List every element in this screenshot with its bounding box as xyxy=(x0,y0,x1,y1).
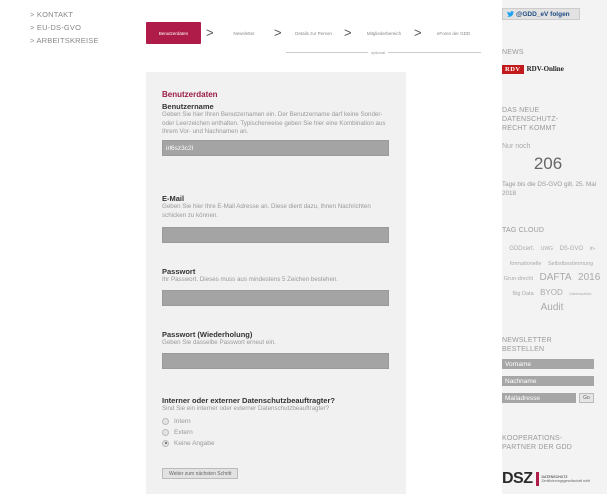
tag-link[interactable]: Datenschutz xyxy=(569,291,591,296)
chevron-right-icon: > xyxy=(414,25,422,40)
radio-extern[interactable]: Extern xyxy=(162,427,394,438)
radio-keine-angabe-label: Keine Angabe xyxy=(174,439,215,447)
radio-extern-label: Extern xyxy=(174,428,193,436)
tag-link[interactable]: Big Data xyxy=(513,291,534,297)
twitter-bird-icon xyxy=(507,11,514,17)
newsletter-go-button[interactable]: Go xyxy=(579,393,594,403)
radio-intern-label: Intern xyxy=(174,417,191,425)
tag-link[interactable]: Selbstbestimmung xyxy=(548,261,593,267)
password-repeat-input[interactable] xyxy=(162,352,389,369)
radio-intern[interactable]: Intern xyxy=(162,416,394,427)
step-mitgliederbereich[interactable]: Mitgliederbereich xyxy=(356,22,412,44)
tag-link[interactable]: 2016 xyxy=(578,272,600,283)
tag-link[interactable]: BYOD xyxy=(540,288,563,297)
radio-circle-icon xyxy=(162,417,169,425)
rdv-online-link[interactable]: RDV RDV-Online xyxy=(502,64,564,74)
countdown-heading-2: DATENSCHUTZ- xyxy=(502,116,559,123)
step-details-zur-person[interactable]: Details zur Person xyxy=(286,22,341,44)
password-group: Passwort Ihr Passwort. Dieses muss aus m… xyxy=(162,267,394,306)
left-navigation: > KONTAKT > EU-DS-GVO > ARBEITSKREISE xyxy=(30,8,140,47)
tag-link[interactable]: UWG xyxy=(541,246,553,252)
newsletter-heading-1: NEWSLETTER xyxy=(502,337,552,344)
tag-link[interactable]: Audit xyxy=(541,302,564,313)
dsz-text-2: Zertifizierungsgesellschaft mbH xyxy=(541,479,591,483)
tag-link[interactable]: DS-GVO xyxy=(559,246,583,252)
newsletter-lastname-input[interactable] xyxy=(502,376,594,386)
countdown-suffix: Tage bis die DS-GVO gilt. 25. Mai 2018 xyxy=(502,181,597,197)
registration-steps: Benutzerdaten > Newsletter > Details zur… xyxy=(146,22,486,62)
next-step-button[interactable]: Weiter zum nächsten Schritt xyxy=(162,468,239,479)
tag-link[interactable]: Grun-drecht xyxy=(504,276,533,282)
twitter-follow-button[interactable]: @GDD_eV folgen xyxy=(502,8,580,20)
nav-item-kontakt[interactable]: > KONTAKT xyxy=(30,8,140,21)
countdown-heading-3: RECHT KOMMT xyxy=(502,125,557,132)
nav-item-arbeitskreise[interactable]: > ARBEITSKREISE xyxy=(30,34,140,47)
twitter-follow-label: @GDD_eV folgen xyxy=(516,10,570,18)
email-group: E-Mail Geben Sie hier Ihre E-Mail Adress… xyxy=(162,194,394,243)
news-heading: NEWS xyxy=(502,49,524,56)
tagcloud-heading: TAG CLOUD xyxy=(502,227,545,234)
countdown-prefix: Nur noch xyxy=(502,143,531,150)
newsletter-firstname-input[interactable] xyxy=(502,359,594,369)
optional-label: optional xyxy=(368,50,389,55)
step-newsletter[interactable]: Newsletter xyxy=(218,22,270,44)
registration-form: Benutzerdaten Benutzername Geben Sie hie… xyxy=(162,90,394,479)
chevron-right-icon: > xyxy=(344,25,352,40)
username-help: Geben Sie hier Ihren Benutzernamen ein. … xyxy=(162,111,386,135)
email-label: E-Mail xyxy=(162,194,185,203)
password-input[interactable] xyxy=(162,289,389,306)
radio-selected-icon xyxy=(162,439,169,447)
password-repeat-group: Passwort (Wiederholung) Geben Sie dassel… xyxy=(162,330,394,369)
dsb-help: Sind Sie ein interner oder externer Date… xyxy=(162,405,330,412)
email-input[interactable] xyxy=(162,227,389,243)
username-input[interactable] xyxy=(162,140,389,156)
rdv-logo: RDV xyxy=(502,64,524,74)
countdown-days: 206 xyxy=(533,154,563,173)
password-help: Ihr Passwort. Dieses muss aus mindestens… xyxy=(162,276,339,283)
step-benutzerdaten[interactable]: Benutzerdaten xyxy=(146,22,201,44)
tag-link[interactable]: GDDcert. xyxy=(509,246,534,252)
newsletter-heading-2: BESTELLEN xyxy=(502,346,545,353)
tag-cloud: GDDcert. UWG DS-GVO in-formationelle Sel… xyxy=(502,240,602,313)
tag-link[interactable]: DAFTA xyxy=(540,272,572,283)
password-label: Passwort xyxy=(162,267,196,276)
dsz-logo-bar xyxy=(535,472,539,486)
right-sidebar: @GDD_eV folgen NEWS RDV RDV-Online DAS N… xyxy=(502,0,607,494)
username-label: Benutzername xyxy=(162,102,214,111)
password-repeat-label: Passwort (Wiederholung) xyxy=(162,330,253,339)
step-eforen[interactable]: eForen der GDD xyxy=(426,22,481,44)
radio-keine-angabe[interactable]: Keine Angabe xyxy=(162,438,394,449)
dsz-partner-logo[interactable]: DSZ DATENSCHUTZ Zertifizierungsgesellsch… xyxy=(502,470,590,488)
radio-circle-icon xyxy=(162,428,169,436)
chevron-right-icon: > xyxy=(206,25,214,40)
nav-item-eu-ds-gvo[interactable]: > EU-DS-GVO xyxy=(30,21,140,34)
rdv-name: RDV-Online xyxy=(526,65,564,73)
partner-heading-2: PARTNER DER GDD xyxy=(502,444,573,451)
newsletter-email-input[interactable] xyxy=(502,393,576,403)
chevron-right-icon: > xyxy=(274,25,282,40)
dsz-logo-mark: DSZ xyxy=(502,470,533,487)
dsb-group: Interner oder externer Datenschutzbeauft… xyxy=(162,396,394,449)
partner-heading-1: KOOPERATIONS- xyxy=(502,435,563,442)
registration-panel: Benutzerdaten Benutzername Geben Sie hie… xyxy=(146,72,406,494)
dsz-logo-text: DATENSCHUTZ Zertifizierungsgesellschaft … xyxy=(542,475,591,484)
form-title: Benutzerdaten xyxy=(162,90,218,99)
countdown-heading-1: DAS NEUE xyxy=(502,107,540,114)
email-help: Geben Sie hier Ihre E-Mail Adresse an. D… xyxy=(162,203,371,219)
username-group: Benutzername Geben Sie hier Ihren Benutz… xyxy=(162,102,394,156)
dsb-label: Interner oder externer Datenschutzbeauft… xyxy=(162,396,335,405)
password-repeat-help: Geben Sie dasselbe Passwort erneut ein. xyxy=(162,339,276,346)
